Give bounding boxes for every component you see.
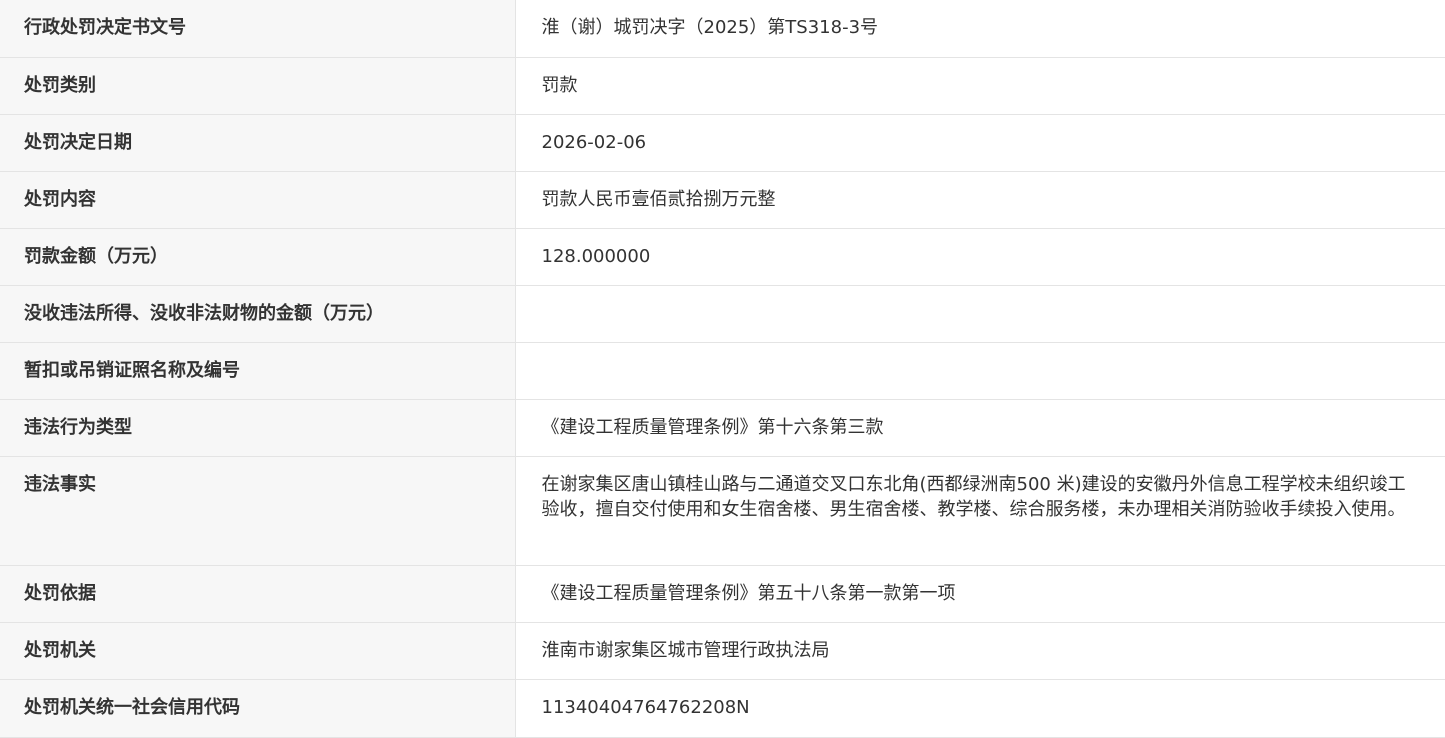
value-confiscation-amount [515, 285, 1445, 343]
table-row-penalty-category: 处罚类别 罚款 [0, 57, 1445, 115]
value-penalty-content: 罚款人民币壹佰贰拾捌万元整 [515, 171, 1445, 229]
value-violation-type: 《建设工程质量管理条例》第十六条第三款 [515, 399, 1445, 457]
table-row-penalty-authority: 处罚机关 淮南市谢家集区城市管理行政执法局 [0, 622, 1445, 680]
value-penalty-basis: 《建设工程质量管理条例》第五十八条第一款第一项 [515, 565, 1445, 623]
value-fine-amount: 128.000000 [515, 228, 1445, 286]
value-penalty-category: 罚款 [515, 57, 1445, 115]
table-row-decision-date: 处罚决定日期 2026-02-06 [0, 114, 1445, 172]
label-decision-date: 处罚决定日期 [0, 114, 516, 172]
label-penalty-basis: 处罚依据 [0, 565, 516, 623]
label-violation-type: 违法行为类型 [0, 399, 516, 457]
label-penalty-category: 处罚类别 [0, 57, 516, 115]
label-penalty-content: 处罚内容 [0, 171, 516, 229]
value-violation-facts: 在谢家集区唐山镇桂山路与二通道交叉口东北角(西都绿洲南500 米)建设的安徽丹外… [515, 456, 1445, 566]
label-license-suspension: 暂扣或吊销证照名称及编号 [0, 342, 516, 400]
label-document-number: 行政处罚决定书文号 [0, 0, 516, 58]
label-penalty-authority: 处罚机关 [0, 622, 516, 680]
value-license-suspension [515, 342, 1445, 400]
label-fine-amount: 罚款金额（万元） [0, 228, 516, 286]
table-row-penalty-content: 处罚内容 罚款人民币壹佰贰拾捌万元整 [0, 171, 1445, 229]
table-row-confiscation-amount: 没收违法所得、没收非法财物的金额（万元） [0, 285, 1445, 343]
table-row-penalty-basis: 处罚依据 《建设工程质量管理条例》第五十八条第一款第一项 [0, 565, 1445, 623]
value-credit-code: 11340404764762208N [515, 679, 1445, 738]
table-row-credit-code: 处罚机关统一社会信用代码 11340404764762208N [0, 679, 1445, 738]
penalty-info-table: 行政处罚决定书文号 淮（谢）城罚决字（2025）第TS318-3号 处罚类别 罚… [0, 0, 1445, 738]
value-document-number: 淮（谢）城罚决字（2025）第TS318-3号 [515, 0, 1445, 58]
value-decision-date: 2026-02-06 [515, 114, 1445, 172]
value-penalty-authority: 淮南市谢家集区城市管理行政执法局 [515, 622, 1445, 680]
label-violation-facts: 违法事实 [0, 456, 516, 566]
table-row-document-number: 行政处罚决定书文号 淮（谢）城罚决字（2025）第TS318-3号 [0, 0, 1445, 58]
table-row-violation-type: 违法行为类型 《建设工程质量管理条例》第十六条第三款 [0, 399, 1445, 457]
table-row-fine-amount: 罚款金额（万元） 128.000000 [0, 228, 1445, 286]
table-row-license-suspension: 暂扣或吊销证照名称及编号 [0, 342, 1445, 400]
label-confiscation-amount: 没收违法所得、没收非法财物的金额（万元） [0, 285, 516, 343]
table-row-violation-facts: 违法事实 在谢家集区唐山镇桂山路与二通道交叉口东北角(西都绿洲南500 米)建设… [0, 456, 1445, 566]
label-credit-code: 处罚机关统一社会信用代码 [0, 679, 516, 738]
